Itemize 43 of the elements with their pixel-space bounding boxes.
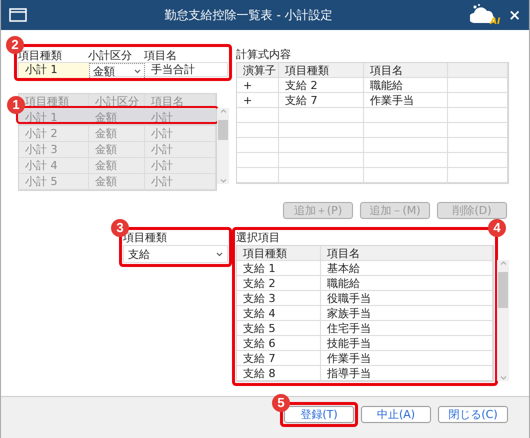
table-cell[interactable]: 作業手当 [321,351,493,366]
callout-marker: 5 [272,394,290,412]
column-header: 項目名 [364,63,448,78]
column-header: 項目名 [321,246,493,261]
callout-marker: 4 [488,219,506,237]
field-label: 小計区分 [88,48,133,63]
table-cell[interactable]: 住宅手当 [321,321,493,336]
table-cell[interactable]: 支給 7 [237,351,321,366]
table-cell: 支給 7 [279,93,364,108]
footer-button[interactable]: 登録(T) [284,406,354,423]
table-cell[interactable]: 基本給 [321,261,493,276]
input-field[interactable]: 手当合計 [145,63,229,80]
table-cell: 職能給 [364,78,448,93]
table-cell: 支給 2 [279,78,364,93]
table-cell[interactable]: 支給 6 [237,336,321,351]
window-title: 勤怠支給控除一覧表 - 小計設定 [164,6,334,24]
table-cell[interactable]: 支給 8 [237,366,321,381]
table-cell[interactable]: 技能手当 [321,336,493,351]
column-header: 項目種類 [279,63,364,78]
dropdown[interactable]: 支給 [123,245,228,263]
column-header: 演算子 [237,63,279,78]
field-label: 項目名 [144,48,178,63]
table-cell[interactable]: 指導手当 [321,366,493,381]
footer-button[interactable]: 閉じる(C) [438,406,508,423]
cloud-logo: AI [470,3,500,27]
table-cell[interactable]: 支給 2 [237,276,321,291]
table-cell[interactable]: 支給 1 [237,261,321,276]
column-header: 項目種類 [237,246,321,261]
table-cell[interactable]: 役職手当 [321,291,493,306]
table-cell[interactable]: 支給 4 [237,306,321,321]
section-label: 計算式内容 [236,48,292,62]
close-button[interactable]: × [508,8,521,22]
section-label: 選択項目 [236,231,281,245]
dropdown[interactable]: 金額 [89,63,145,80]
table-cell: + [237,78,279,93]
footer-button[interactable]: 中止(A) [361,406,431,423]
table-cell: 作業手当 [364,93,448,108]
table-cell: + [237,93,279,108]
callout-marker: 1 [7,96,25,114]
table-cell[interactable]: 支給 3 [237,291,321,306]
table-cell[interactable]: 職能給 [321,276,493,291]
table-cell[interactable]: 家族手当 [321,306,493,321]
table-cell[interactable]: 支給 5 [237,321,321,336]
